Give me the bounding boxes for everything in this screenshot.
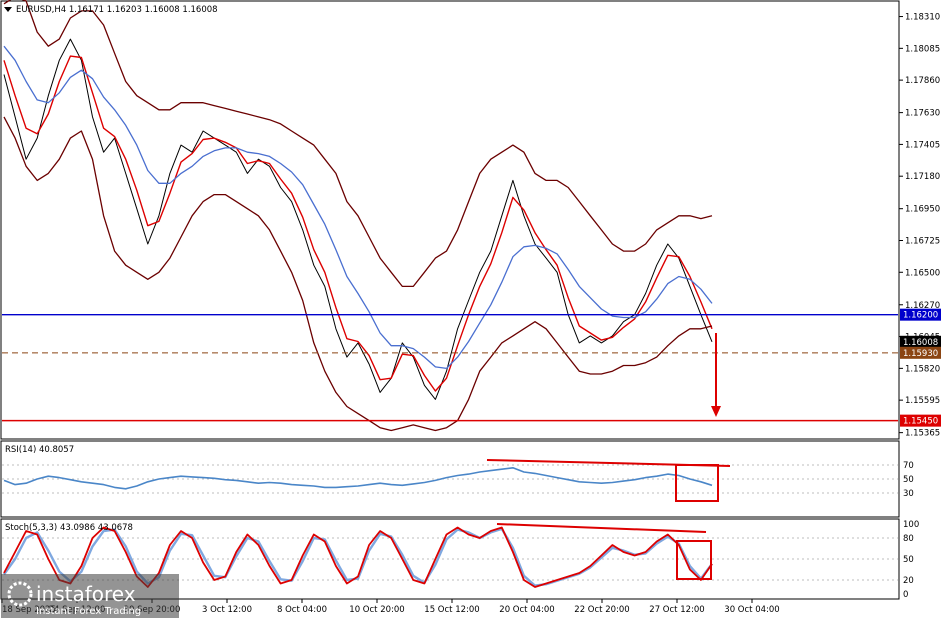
price-tick-label: 1.16725 (905, 236, 940, 246)
price-tick-label: 1.17860 (905, 76, 940, 86)
price-tick-label: 1.16950 (905, 205, 940, 215)
time-tick-label: 20 Oct 04:00 (499, 605, 554, 615)
brand-watermark: instaforex Instant Forex Trading (1, 574, 179, 618)
brand-tagline: Instant Forex Trading (36, 606, 141, 617)
price-lower-band-line (3, 116, 713, 432)
stoch-divergence-line (496, 523, 707, 533)
time-tick-label: 3 Oct 12:00 (202, 605, 252, 615)
price-levels-layer: 1.16200 1.160081.15930 1.15450 (2, 308, 941, 427)
time-tick-label: 30 Oct 04:00 (724, 605, 779, 615)
stoch-tick-label: 80 (903, 534, 914, 544)
price-axis: 1.18310 1.18085 1.17860 1.17630 1.17405 1.171… (899, 13, 940, 439)
rsi-series-layer (3, 466, 713, 490)
stoch-tick-label: 20 (903, 576, 914, 586)
price-series-layer (3, 0, 713, 432)
target-arrow-head (711, 406, 721, 417)
price-tick-label: 1.16500 (905, 268, 940, 278)
symbol-header: EURUSD,H4 1.16171 1.16203 1.16008 1.1600… (16, 5, 218, 15)
time-tick-label: 8 Oct 04:00 (277, 605, 327, 615)
collapse-triangle-icon[interactable] (4, 7, 12, 12)
price-tick-label: 1.15595 (905, 396, 940, 406)
price-tick-label: 1.18310 (905, 13, 940, 23)
price-tick-label: 1.15365 (905, 429, 940, 439)
price-tick-label: 1.17630 (905, 109, 940, 119)
stoch-tick-label: 100 (903, 520, 919, 530)
rsi-panel (0, 440, 900, 518)
stoch-tick-label: 0 (903, 590, 908, 600)
level-tag-label: 1.16008 (903, 338, 938, 348)
rsi-highlight-box (675, 464, 719, 502)
rsi-line (3, 466, 713, 490)
brand-name: instaforex (36, 582, 136, 606)
rsi-axis: 70 50 30 (2, 461, 914, 499)
time-tick-label: 10 Oct 20:00 (349, 605, 404, 615)
price-tick-label: 1.15820 (905, 364, 940, 374)
price-tick-label: 1.17180 (905, 172, 940, 182)
level-tag-label: 1.15450 (903, 417, 938, 427)
stoch-tick-label: 50 (903, 555, 914, 565)
rsi-tick-label: 30 (903, 489, 914, 499)
price-slow-ma-line (3, 45, 713, 370)
time-tick-label: 27 Oct 12:00 (649, 605, 704, 615)
rsi-header: RSI(14) 40.8057 (5, 445, 74, 455)
rsi-tick-label: 50 (903, 475, 914, 485)
rsi-tick-label: 70 (903, 461, 914, 471)
time-tick-label: 15 Oct 12:00 (424, 605, 479, 615)
level-tag-label: 1.15930 (903, 349, 938, 359)
price-close-line (3, 38, 713, 400)
level-tag-label: 1.16200 (903, 311, 938, 321)
time-tick-label: 22 Oct 20:00 (574, 605, 629, 615)
price-tick-label: 1.17405 (905, 140, 940, 150)
stoch-header: Stoch(5,3,3) 43.0986 43.0678 (5, 523, 133, 533)
price-tick-label: 1.18085 (905, 44, 940, 54)
price-panel (0, 0, 900, 440)
price-fast-ma-line (3, 55, 713, 392)
mt4-chart: 1.18310 1.18085 1.17860 1.17630 1.17405 1.171… (0, 0, 941, 618)
